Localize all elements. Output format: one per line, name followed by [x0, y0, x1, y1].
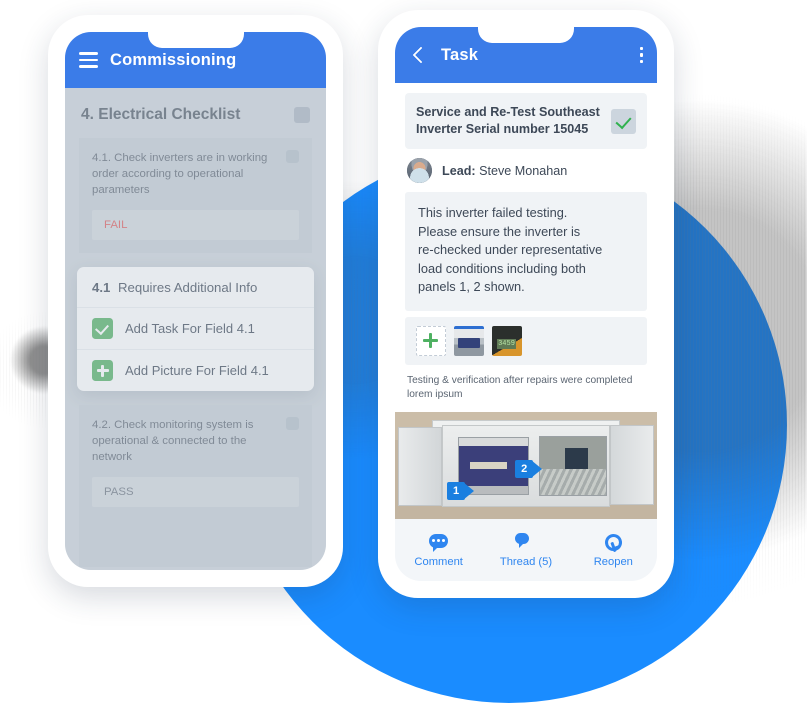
checklist-body: 4. Electrical Checklist 4.1. Check inver…: [65, 88, 326, 570]
bottom-nav-reopen-label: Reopen: [593, 555, 633, 568]
photo-marker-1[interactable]: 1: [447, 482, 475, 501]
lead-label: Lead:: [442, 163, 476, 178]
popover-option-add-task[interactable]: Add Task For Field 4.1: [77, 308, 314, 350]
right-phone-screen: Task Service and Re-Test Southeast Inver…: [395, 27, 657, 581]
bottom-nav-thread-label: Thread (5): [499, 555, 553, 568]
popover-number: 4.1: [92, 280, 111, 295]
phone-notch: [147, 32, 244, 48]
thread-icon: [514, 532, 537, 552]
left-appbar: Commissioning: [65, 32, 326, 88]
hamburger-icon[interactable]: [79, 52, 98, 68]
lead-text: Lead: Steve Monahan: [442, 164, 567, 178]
phone-mockup-left: Commissioning 4. Electrical Checklist 4.…: [48, 15, 343, 587]
bottom-nav-comment[interactable]: Comment: [395, 533, 482, 568]
inverter-cabinet-photo[interactable]: 1 2: [395, 411, 657, 519]
back-arrow-icon[interactable]: [409, 45, 429, 65]
photo-marker-1-number: 1: [447, 482, 466, 501]
bottom-nav-thread[interactable]: Thread (5): [482, 532, 569, 568]
photo-marker-2-number: 2: [515, 459, 534, 478]
attachment-thumbnail-1[interactable]: [454, 325, 484, 356]
left-appbar-title: Commissioning: [110, 50, 237, 69]
popover-title: 4.1 Requires Additional Info: [77, 267, 314, 308]
right-appbar-title: Task: [441, 45, 479, 64]
checklist-item-41: 4.1. Check inverters are in working orde…: [79, 138, 312, 253]
attachment-caption: Testing & verification after repairs wer…: [407, 374, 633, 401]
phone-notch: [478, 27, 574, 43]
task-title: Service and Re-Test Southeast Inverter S…: [416, 105, 600, 136]
question-checkbox-42[interactable]: [286, 417, 299, 430]
answer-field-41[interactable]: FAIL: [92, 210, 299, 240]
question-text-41: 4.1. Check inverters are in working orde…: [92, 152, 268, 196]
answer-field-42[interactable]: PASS: [92, 477, 299, 507]
additional-info-popover: 4.1 Requires Additional Info Add Task Fo…: [77, 267, 314, 391]
comment-icon: [428, 533, 450, 552]
bottom-navigation: Comment Thread (5) Reopen: [395, 519, 657, 581]
section-title: 4. Electrical Checklist: [81, 106, 241, 123]
right-appbar: Task: [395, 27, 657, 83]
question-text-42: 4.2. Check monitoring system is operatio…: [92, 419, 254, 463]
task-lead-row: Lead: Steve Monahan: [395, 149, 657, 192]
composition-stage: Commissioning 4. Electrical Checklist 4.…: [0, 0, 807, 703]
photo-marker-2[interactable]: 2: [515, 459, 543, 478]
popover-option-label: Add Task For Field 4.1: [125, 321, 255, 336]
checklist-section-header: 4. Electrical Checklist: [65, 88, 326, 138]
meter-reading-text: 3459: [497, 338, 516, 349]
popover-option-label: Add Picture For Field 4.1: [125, 363, 269, 378]
task-title-card: Service and Re-Test Southeast Inverter S…: [405, 93, 647, 149]
check-icon: [92, 318, 113, 339]
avatar: [407, 158, 432, 183]
bottom-nav-comment-label: Comment: [414, 555, 463, 568]
popover-title-label: Requires Additional Info: [118, 280, 258, 295]
question-checkbox-41[interactable]: [286, 150, 299, 163]
kebab-menu-icon[interactable]: [639, 46, 643, 64]
task-complete-checkbox[interactable]: [611, 108, 636, 134]
plus-icon: [92, 360, 113, 381]
left-phone-screen: Commissioning 4. Electrical Checklist 4.…: [65, 32, 326, 570]
attachment-thumbnail-2[interactable]: 3459: [492, 325, 522, 356]
checklist-item-42: 4.2. Check monitoring system is operatio…: [79, 405, 312, 567]
lead-name: Steve Monahan: [479, 163, 568, 178]
popover-option-add-picture[interactable]: Add Picture For Field 4.1: [77, 350, 314, 391]
add-photo-tile[interactable]: [416, 325, 446, 356]
section-checkbox[interactable]: [294, 107, 310, 123]
attachments-row: 3459: [405, 316, 647, 365]
reopen-key-icon: [602, 531, 625, 553]
task-detail-body: Service and Re-Test Southeast Inverter S…: [395, 83, 657, 581]
bottom-nav-reopen[interactable]: Reopen: [570, 531, 657, 568]
task-description: This inverter failed testing. Please ens…: [405, 192, 647, 311]
phone-mockup-right: Task Service and Re-Test Southeast Inver…: [378, 10, 674, 598]
